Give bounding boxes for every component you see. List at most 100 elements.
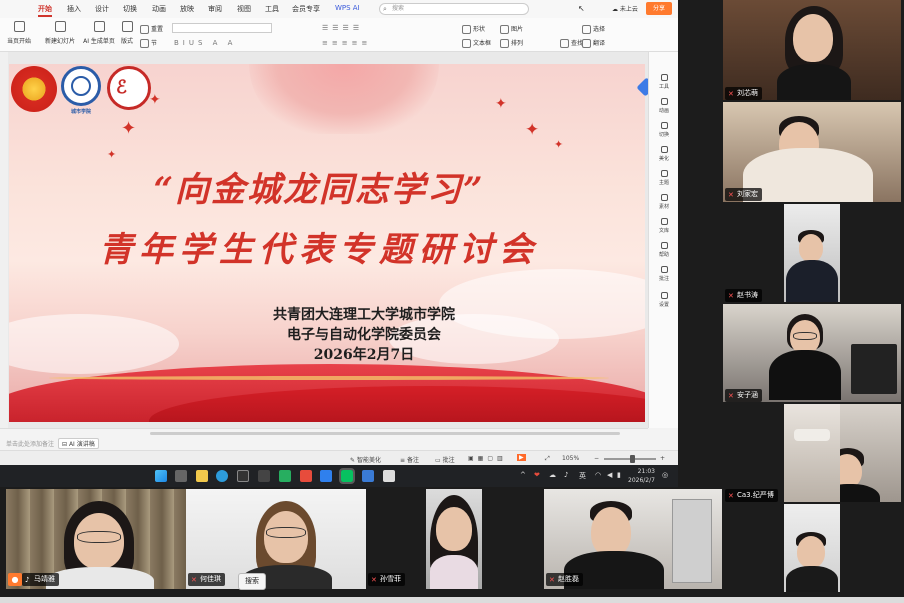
system-clock[interactable]: 21:03 2026/2/7 bbox=[628, 467, 655, 485]
video-tile[interactable] bbox=[784, 404, 840, 502]
app-icon[interactable] bbox=[320, 470, 332, 482]
section-button[interactable]: 节 bbox=[140, 38, 157, 48]
comments-toggle[interactable]: ▭ 批注 bbox=[435, 455, 455, 464]
slide[interactable]: 城市学院 ℰ ✦ ✦ ✦ ✦ ✦ ✦ “向金城龙同志学习” 青年学生代表专题研讨… bbox=[9, 64, 645, 422]
play-button[interactable]: ▶ bbox=[517, 454, 526, 461]
sun-decoration bbox=[249, 64, 439, 134]
tab-review[interactable]: 审阅 bbox=[208, 4, 222, 14]
file-explorer-icon[interactable] bbox=[196, 470, 208, 482]
tab-design[interactable]: 设计 bbox=[95, 4, 109, 14]
video-tile[interactable]: ✕ 刘芯萌 bbox=[723, 0, 901, 100]
arrange-button[interactable]: 排列 bbox=[500, 38, 523, 48]
dove-icon: ✦ bbox=[525, 120, 540, 140]
panel-beautify[interactable]: 美化 bbox=[649, 146, 678, 162]
task-view-icon[interactable] bbox=[175, 470, 187, 482]
tab-wps-ai[interactable]: WPS AI bbox=[335, 4, 360, 12]
zoom-slider-handle[interactable] bbox=[630, 455, 635, 463]
app-icon[interactable] bbox=[237, 470, 249, 482]
layout-label: 版式 bbox=[120, 38, 133, 45]
smart-beautify-button[interactable]: ✎ 智能美化 bbox=[350, 455, 381, 464]
tab-slideshow[interactable]: 放映 bbox=[180, 4, 194, 14]
translate-button[interactable]: 翻译 bbox=[582, 38, 605, 48]
cloud-status[interactable]: ☁ 未上云 bbox=[612, 4, 638, 13]
select-button[interactable]: 选择 bbox=[582, 24, 605, 34]
video-tile[interactable]: ✕ 赵胜磊 bbox=[544, 489, 722, 589]
wifi-icon[interactable]: ◠ bbox=[595, 471, 601, 479]
tray-expand-icon[interactable]: ^ bbox=[520, 471, 526, 479]
slide-canvas[interactable]: 城市学院 ℰ ✦ ✦ ✦ ✦ ✦ ✦ “向金城龙同志学习” 青年学生代表专题研讨… bbox=[8, 52, 656, 428]
panel-transition[interactable]: 切换 bbox=[649, 122, 678, 138]
tray-app-icon[interactable]: ❤ bbox=[534, 471, 540, 479]
tab-animation[interactable]: 动画 bbox=[152, 4, 166, 14]
participant-name: 何佳琪 bbox=[200, 575, 221, 583]
video-tile[interactable]: ✕ 何佳琪 bbox=[186, 489, 366, 589]
tencent-meeting-icon[interactable] bbox=[362, 470, 374, 482]
textbox-button[interactable]: 文本框 bbox=[462, 38, 491, 48]
zoom-out-button[interactable]: − bbox=[594, 455, 599, 462]
tab-view[interactable]: 视图 bbox=[237, 4, 251, 14]
image-button[interactable]: 图片 bbox=[500, 24, 523, 34]
panel-help[interactable]: 帮助 bbox=[649, 242, 678, 258]
tab-transition[interactable]: 切换 bbox=[123, 4, 137, 14]
font-family-select[interactable] bbox=[172, 23, 272, 33]
wechat-icon[interactable] bbox=[339, 468, 355, 484]
play-from-start-button[interactable]: 当页开始 bbox=[4, 21, 34, 45]
share-button[interactable]: 分享 bbox=[646, 2, 672, 15]
notification-icon[interactable]: ◎ bbox=[662, 471, 668, 479]
layout-button[interactable]: 版式 bbox=[118, 21, 136, 45]
wps-icon[interactable] bbox=[300, 470, 312, 482]
video-tile[interactable] bbox=[784, 504, 840, 592]
slide-thumbnail-strip[interactable] bbox=[0, 52, 8, 428]
video-tile[interactable] bbox=[426, 489, 482, 589]
tab-home[interactable]: 开始 bbox=[38, 4, 52, 17]
tray-app-icon[interactable]: ☁ bbox=[549, 471, 556, 479]
view-buttons[interactable]: ▣▦▢▥ bbox=[468, 455, 507, 462]
notes-toggle[interactable]: ≡ 备注 bbox=[400, 455, 419, 464]
fit-window-icon[interactable]: ⤢ bbox=[545, 455, 550, 463]
video-tile[interactable] bbox=[840, 404, 901, 502]
video-tile[interactable] bbox=[784, 204, 840, 302]
panel-theme[interactable]: 主题 bbox=[649, 170, 678, 186]
zoom-in-button[interactable]: + bbox=[660, 455, 665, 462]
tab-insert[interactable]: 插入 bbox=[67, 4, 81, 14]
reset-button[interactable]: 重置 bbox=[140, 24, 163, 34]
app-icon[interactable] bbox=[258, 470, 270, 482]
tab-tools[interactable]: 工具 bbox=[265, 4, 279, 14]
notes-placeholder[interactable]: 单击此处添加备注 bbox=[6, 439, 54, 448]
app-icon[interactable] bbox=[383, 470, 395, 482]
ime-indicator[interactable]: 英 bbox=[579, 471, 586, 481]
microphone-icon[interactable]: ♪ bbox=[564, 471, 568, 479]
zoom-level[interactable]: 105% bbox=[562, 455, 579, 462]
panel-tools[interactable]: 工具 bbox=[649, 74, 678, 90]
video-tile[interactable]: ✕ 刘家宏 bbox=[723, 102, 901, 202]
slide-title-line1: “向金城龙同志学习” bbox=[153, 170, 485, 210]
panel-animation[interactable]: 动画 bbox=[649, 98, 678, 114]
ai-generate-button[interactable]: AI 生成单页 bbox=[82, 21, 116, 45]
find-button[interactable]: 查找 bbox=[560, 38, 583, 48]
horizontal-scrollbar[interactable] bbox=[150, 432, 620, 435]
panel-assets[interactable]: 素材 bbox=[649, 194, 678, 210]
search-input[interactable]: ⌕ 搜索 bbox=[379, 3, 529, 15]
panel-comments[interactable]: 批注 bbox=[649, 266, 678, 282]
text-format-buttons[interactable]: BIUS A A bbox=[174, 39, 236, 47]
assets-icon bbox=[660, 194, 668, 201]
ai-notes-button[interactable]: ⊟ AI 演讲稿 bbox=[58, 438, 99, 449]
volume-icon[interactable]: ◀ bbox=[607, 471, 612, 479]
battery-icon[interactable]: ▮ bbox=[617, 471, 621, 479]
app-icon[interactable] bbox=[279, 470, 291, 482]
windows-start-icon[interactable] bbox=[155, 470, 167, 482]
mic-muted-icon: ✕ bbox=[728, 392, 734, 400]
video-tile[interactable]: ✕ 安子涵 bbox=[723, 304, 901, 402]
list-buttons[interactable]: ☰☰☰☰ bbox=[322, 24, 363, 32]
video-tile[interactable]: ● ♪ 马靖雅 bbox=[6, 489, 186, 589]
notes-bar[interactable]: 单击此处添加备注 ⊟ AI 演讲稿 bbox=[0, 428, 648, 450]
new-slide-button[interactable]: 新建幻灯片 bbox=[42, 21, 78, 45]
align-buttons[interactable]: ≡≡≡≡≡ bbox=[322, 39, 371, 47]
shape-button[interactable]: 形状 bbox=[462, 24, 485, 34]
edge-icon[interactable] bbox=[216, 470, 228, 482]
zoom-slider[interactable] bbox=[604, 455, 656, 463]
panel-library[interactable]: 文库 bbox=[649, 218, 678, 234]
tab-member[interactable]: 会员专享 bbox=[292, 4, 320, 14]
smart-beautify-label: 智能美化 bbox=[356, 457, 381, 464]
panel-settings[interactable]: 设置 bbox=[649, 292, 678, 308]
